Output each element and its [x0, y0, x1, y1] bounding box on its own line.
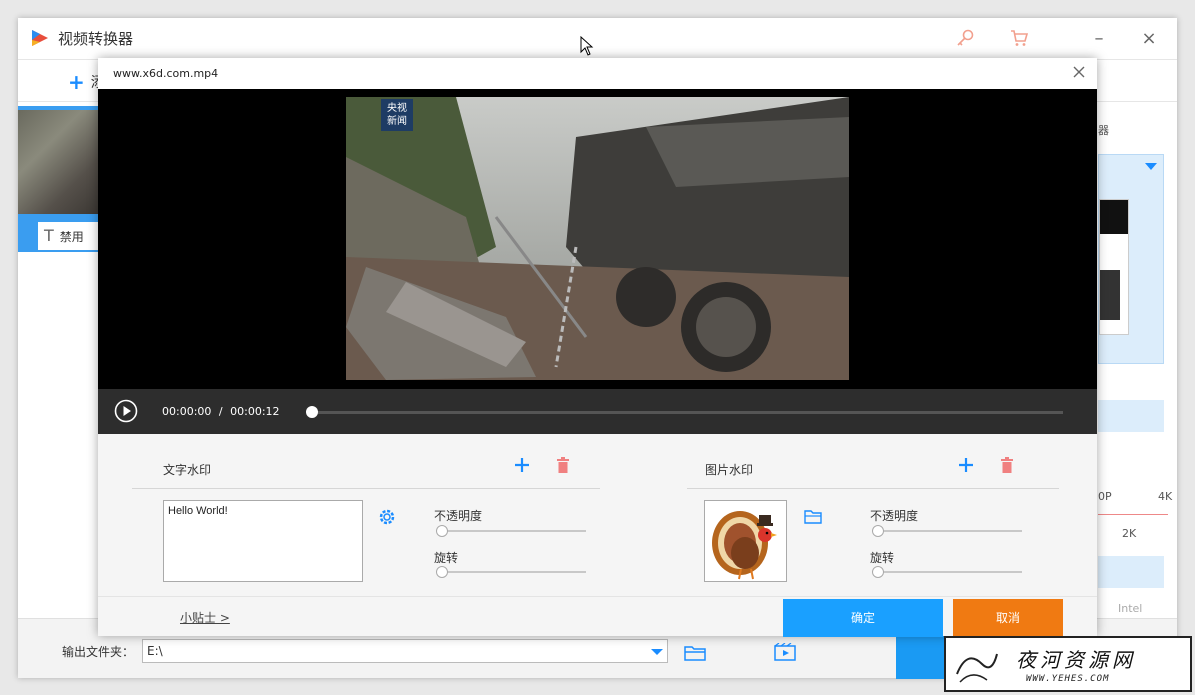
dropdown-icon — [1145, 163, 1157, 170]
text-rotate-knob[interactable] — [436, 566, 448, 578]
text-rotate-label: 旋转 — [434, 551, 459, 565]
right-panel-text: 器 — [1098, 124, 1109, 137]
player-controls: 00:00:00 / 00:00:12 — [98, 389, 1097, 434]
app-title: 视频转换器 — [58, 30, 134, 48]
intel-badge: Intel — [1118, 602, 1143, 615]
tips-link[interactable]: 小贴士 > — [180, 609, 230, 626]
video-preview-area: 央视 新闻 — [98, 89, 1097, 389]
image-rotate-label: 旋转 — [870, 551, 895, 565]
text-icon: T — [44, 226, 54, 245]
delete-text-watermark-icon[interactable] — [556, 457, 570, 473]
chevron-down-icon — [651, 649, 663, 655]
add-text-watermark-icon[interactable] — [514, 457, 530, 473]
add-image-watermark-icon[interactable] — [958, 457, 974, 473]
watermark-main-text: 夜河资源网 — [1016, 648, 1136, 672]
image-watermark-title: 图片水印 — [705, 463, 754, 477]
dialog-title: www.x6d.com.mp4 — [113, 67, 219, 80]
progress-knob[interactable] — [306, 406, 318, 418]
text-rotate-slider[interactable] — [442, 571, 586, 573]
video-folder-icon[interactable] — [774, 643, 796, 661]
image-opacity-slider[interactable] — [878, 530, 1022, 532]
decorative-swirl-icon — [956, 653, 998, 683]
dialog-header: www.x6d.com.mp4 — [98, 58, 1097, 89]
text-opacity-knob[interactable] — [436, 525, 448, 537]
watermark-panel: 文字水印 Hello World! 不透明度 旋转 图片水印 不透明度 旋转 — [98, 434, 1097, 596]
thumbnail-label[interactable]: T 禁用 — [38, 222, 100, 250]
gear-icon[interactable] — [378, 508, 396, 526]
play-button[interactable] — [114, 399, 138, 423]
output-folder-label: 输出文件夹： — [62, 645, 135, 659]
turkey-image — [712, 511, 777, 580]
app-logo-icon — [32, 30, 48, 46]
progress-track[interactable] — [311, 411, 1063, 414]
film-icon — [1100, 270, 1120, 320]
option-strip[interactable] — [1098, 400, 1164, 432]
watermark-image-preview[interactable] — [704, 500, 787, 582]
video-scene-image — [346, 97, 849, 380]
close-icon[interactable] — [1071, 64, 1087, 80]
output-folder-select[interactable]: E:\ — [142, 639, 668, 663]
video-frame: 央视 新闻 — [346, 97, 849, 380]
key-icon[interactable] — [954, 27, 976, 49]
format-preview — [1099, 199, 1129, 335]
news-logo: 央视 新闻 — [381, 99, 413, 131]
text-opacity-slider[interactable] — [442, 530, 586, 532]
watermark-dialog: www.x6d.com.mp4 央视 新闻 00:00:00 / 00:00:1… — [98, 58, 1097, 637]
file-thumbnail-card[interactable]: T 禁用 — [18, 106, 100, 252]
ok-button[interactable]: 确定 — [783, 599, 943, 637]
close-window-button[interactable]: × — [1138, 28, 1160, 50]
folder-icon[interactable] — [684, 645, 706, 661]
cart-icon[interactable] — [1008, 27, 1030, 49]
title-bar: 视频转换器 – × — [18, 18, 1177, 60]
watermark-text-input[interactable]: Hello World! — [163, 500, 363, 582]
option-strip-2[interactable] — [1098, 556, 1164, 588]
folder-icon[interactable] — [804, 510, 822, 524]
format-card[interactable] — [1098, 154, 1164, 364]
image-rotate-slider[interactable] — [878, 571, 1022, 573]
image-rotate-knob[interactable] — [872, 566, 884, 578]
plus-icon: + — [68, 70, 85, 94]
minimize-button[interactable]: – — [1088, 28, 1110, 50]
watermark-sub-text: WWW.YEHES.COM — [1026, 674, 1110, 684]
time-display: 00:00:00 / 00:00:12 — [162, 405, 280, 418]
text-watermark-title: 文字水印 — [163, 463, 212, 477]
dialog-footer: 小贴士 > 确定 取消 — [98, 596, 1097, 637]
text-opacity-label: 不透明度 — [434, 509, 483, 523]
right-panel: 器 0P 4K 2K Intel — [1098, 124, 1173, 615]
image-opacity-label: 不透明度 — [870, 509, 919, 523]
mouse-cursor-icon — [580, 36, 594, 56]
site-watermark: 夜河资源网 WWW.YEHES.COM — [944, 636, 1192, 692]
cancel-button[interactable]: 取消 — [953, 599, 1063, 637]
delete-image-watermark-icon[interactable] — [1000, 457, 1014, 473]
thumbnail-image — [18, 110, 100, 214]
quality-slider[interactable] — [1098, 514, 1168, 515]
image-opacity-knob[interactable] — [872, 525, 884, 537]
